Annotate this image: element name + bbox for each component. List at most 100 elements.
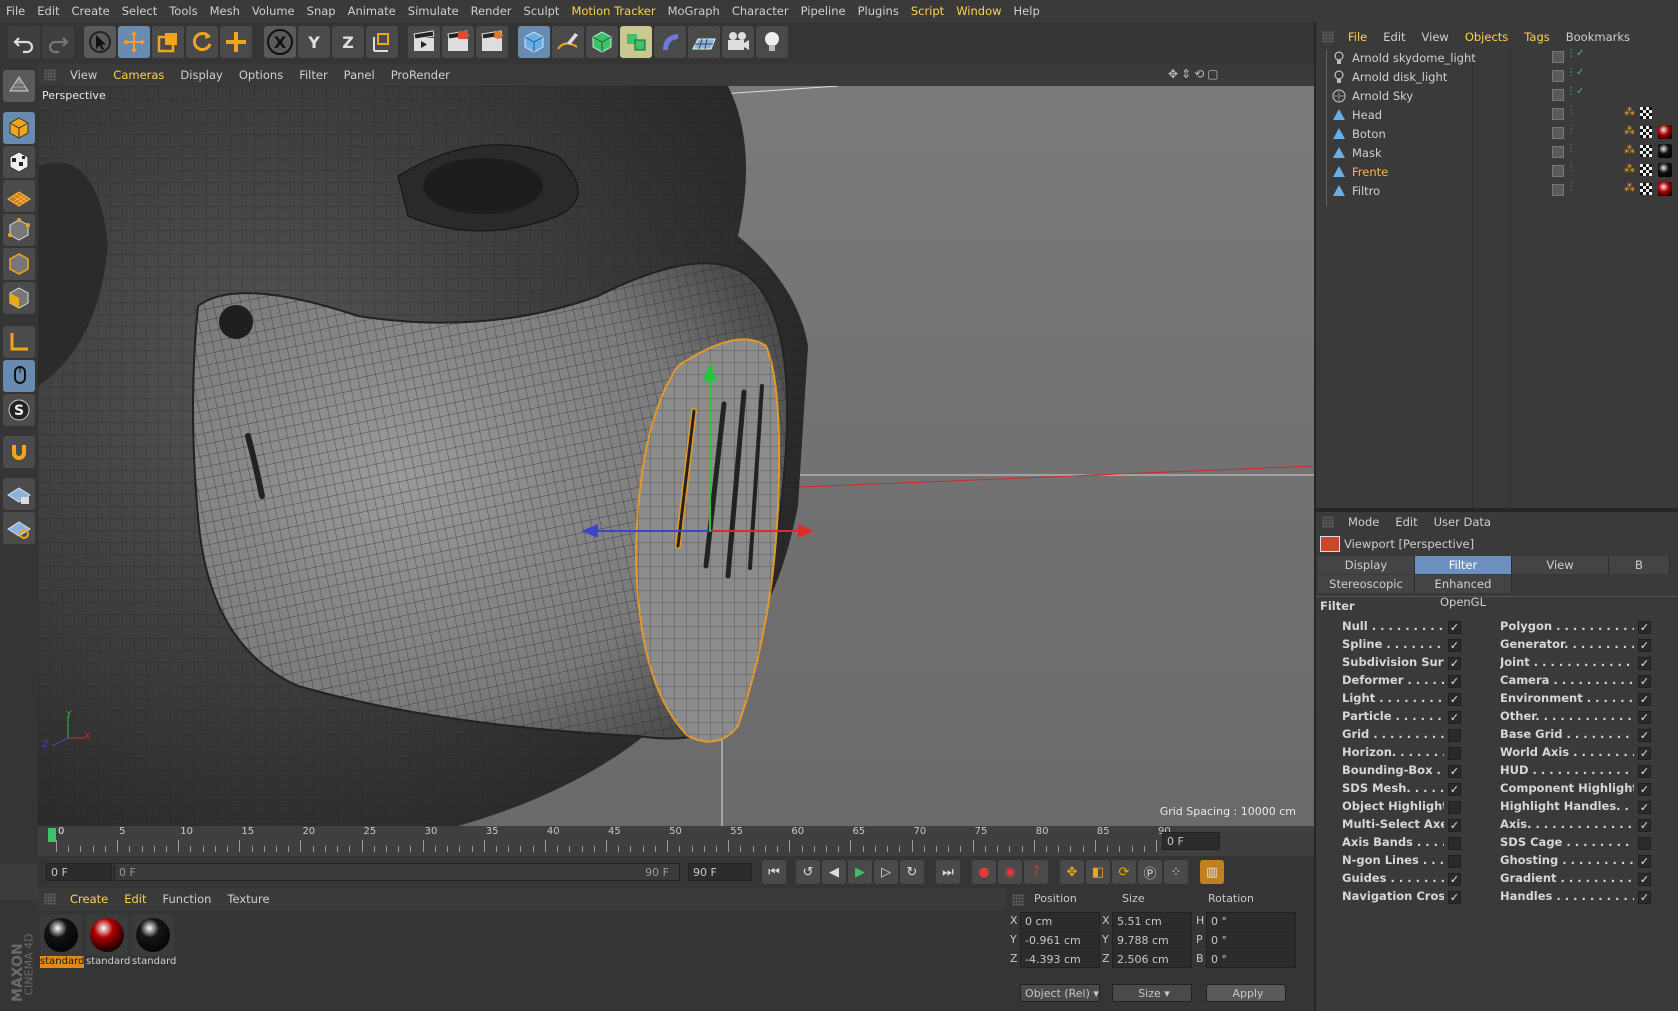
- tab-view[interactable]: View: [1512, 556, 1609, 574]
- object-row[interactable]: Filtro ⋮ ⁂: [1324, 181, 1678, 201]
- viewport-nav-icons[interactable]: ✥⇕⟲▢: [1168, 67, 1238, 83]
- current-frame-field[interactable]: 0 F: [1162, 832, 1220, 850]
- axis-mode-button[interactable]: [3, 326, 35, 358]
- filter-checkbox[interactable]: ✓: [1448, 675, 1461, 688]
- deformer-button[interactable]: [654, 26, 686, 58]
- magnet-button[interactable]: [3, 436, 35, 468]
- menu-edit[interactable]: Edit: [31, 4, 65, 18]
- filter-checkbox[interactable]: [1448, 801, 1461, 814]
- filter-checkbox[interactable]: ✓: [1638, 819, 1651, 832]
- end-frame-field[interactable]: 90 F: [688, 863, 752, 881]
- material-menu-function[interactable]: Function: [155, 892, 220, 906]
- menu-snap[interactable]: Snap: [301, 4, 342, 18]
- material-tag-icon[interactable]: [1658, 144, 1672, 158]
- object-row[interactable]: Frente ⋮ ⁂: [1324, 162, 1678, 182]
- menu-volume[interactable]: Volume: [246, 4, 301, 18]
- filter-checkbox[interactable]: ✓: [1448, 621, 1461, 634]
- size-field[interactable]: 2.506 cm: [1112, 950, 1192, 968]
- key-rotation-button[interactable]: ⟳: [1112, 860, 1136, 884]
- preview-range-slider[interactable]: 0 F 90 F: [114, 863, 680, 881]
- timeline-window-button[interactable]: ▥: [1200, 860, 1224, 884]
- previous-key-button[interactable]: ↺: [796, 860, 820, 884]
- menu-tools[interactable]: Tools: [163, 4, 203, 18]
- menu-pipeline[interactable]: Pipeline: [795, 4, 852, 18]
- object-menu-edit[interactable]: Edit: [1375, 30, 1413, 44]
- position-field[interactable]: -4.393 cm: [1020, 950, 1100, 968]
- phong-tag-icon[interactable]: ⁂: [1624, 105, 1635, 118]
- material-swatch[interactable]: standard: [40, 914, 84, 970]
- viewport-perspective[interactable]: Perspective Y X Z Grid Spacing : 10000 c…: [38, 86, 1314, 826]
- position-field[interactable]: 0 cm: [1020, 912, 1100, 930]
- floor-object-button[interactable]: [688, 26, 720, 58]
- material-swatch[interactable]: standard: [132, 914, 176, 970]
- tab-stereoscopic[interactable]: Stereoscopic: [1318, 575, 1415, 593]
- scale-tool-button[interactable]: [152, 26, 184, 58]
- filter-checkbox[interactable]: ✓: [1638, 657, 1651, 670]
- menu-mograph[interactable]: MoGraph: [662, 4, 726, 18]
- uvw-tag-icon[interactable]: [1640, 107, 1652, 119]
- filter-checkbox[interactable]: ✓: [1638, 891, 1651, 904]
- menu-help[interactable]: Help: [1008, 4, 1046, 18]
- menu-file[interactable]: File: [0, 4, 31, 18]
- object-row[interactable]: Boton ⋮ ⁂: [1324, 124, 1678, 144]
- z-axis-lock-button[interactable]: Z: [332, 26, 364, 58]
- autokey-button[interactable]: ◉: [998, 860, 1022, 884]
- texture-mode-button[interactable]: [3, 146, 35, 178]
- filter-checkbox[interactable]: ✓: [1448, 783, 1461, 796]
- attribute-menu-user-data[interactable]: User Data: [1426, 515, 1499, 529]
- filter-checkbox[interactable]: ✓: [1638, 873, 1651, 886]
- material-swatch[interactable]: standard: [86, 914, 130, 970]
- rotation-field[interactable]: 0 °: [1206, 950, 1296, 968]
- play-button[interactable]: ▶: [848, 860, 872, 884]
- menu-script[interactable]: Script: [905, 4, 950, 18]
- filter-checkbox[interactable]: ✓: [1448, 873, 1461, 886]
- key-position-button[interactable]: ✥: [1060, 860, 1084, 884]
- filter-checkbox[interactable]: ✓: [1638, 639, 1651, 652]
- object-row[interactable]: Arnold skydome_light ⋮✓: [1324, 48, 1678, 68]
- filter-checkbox[interactable]: ✓: [1448, 819, 1461, 832]
- filter-checkbox[interactable]: ✓: [1638, 855, 1651, 868]
- record-keys-button[interactable]: ●: [972, 860, 996, 884]
- attribute-menu-mode[interactable]: Mode: [1340, 515, 1387, 529]
- goto-end-button[interactable]: ⏭: [936, 860, 960, 884]
- tab-enhanced-opengl[interactable]: Enhanced OpenGL: [1415, 575, 1512, 609]
- live-selection-button[interactable]: [84, 26, 116, 58]
- filter-checkbox[interactable]: ✓: [1638, 765, 1651, 778]
- viewport-menu-view[interactable]: View: [62, 68, 105, 82]
- menu-animate[interactable]: Animate: [342, 4, 402, 18]
- material-tag-icon[interactable]: [1658, 163, 1672, 177]
- coordinate-mode-dropdown[interactable]: Object (Rel) ▾: [1020, 984, 1100, 1002]
- spline-pen-button[interactable]: [552, 26, 584, 58]
- attribute-menu-edit[interactable]: Edit: [1387, 515, 1425, 529]
- object-menu-objects[interactable]: Objects: [1457, 30, 1516, 44]
- lock-workplane-button[interactable]: [3, 478, 35, 510]
- object-menu-bookmarks[interactable]: Bookmarks: [1558, 30, 1638, 44]
- camera-object-button[interactable]: [722, 26, 754, 58]
- recent-tool-button[interactable]: [220, 26, 252, 58]
- object-row[interactable]: Mask ⋮ ⁂: [1324, 143, 1678, 163]
- key-scale-button[interactable]: ◧: [1086, 860, 1110, 884]
- rotation-field[interactable]: 0 °: [1206, 912, 1296, 930]
- tab-b[interactable]: B: [1609, 556, 1670, 574]
- phong-tag-icon[interactable]: ⁂: [1624, 162, 1635, 175]
- size-mode-dropdown[interactable]: Size ▾: [1112, 984, 1192, 1002]
- workplane-align-button[interactable]: [3, 512, 35, 544]
- object-menu-view[interactable]: View: [1414, 30, 1457, 44]
- menu-plugins[interactable]: Plugins: [852, 4, 905, 18]
- undo-button[interactable]: [8, 26, 40, 58]
- filter-checkbox[interactable]: ✓: [1638, 693, 1651, 706]
- cube-object-button[interactable]: [518, 26, 550, 58]
- previous-frame-button[interactable]: ◀: [822, 860, 846, 884]
- size-field[interactable]: 9.788 cm: [1112, 931, 1192, 949]
- tweak-mode-button[interactable]: [3, 360, 35, 392]
- filter-checkbox[interactable]: ✓: [1448, 693, 1461, 706]
- start-frame-field[interactable]: 0 F: [46, 863, 112, 881]
- object-row[interactable]: Arnold Sky ⋮✓: [1324, 86, 1678, 106]
- make-editable-button[interactable]: [3, 70, 35, 102]
- object-menu-tags[interactable]: Tags: [1516, 30, 1557, 44]
- menu-select[interactable]: Select: [116, 4, 163, 18]
- menu-character[interactable]: Character: [726, 4, 795, 18]
- next-frame-button[interactable]: ▷: [874, 860, 898, 884]
- material-tag-icon[interactable]: [1658, 182, 1672, 196]
- phong-tag-icon[interactable]: ⁂: [1624, 143, 1635, 156]
